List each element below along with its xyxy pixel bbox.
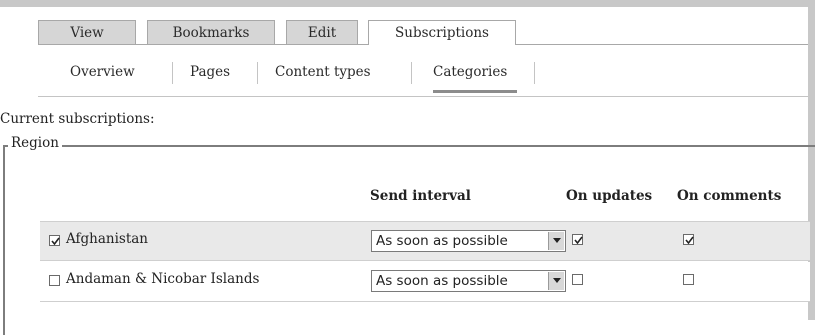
row-select-checkbox[interactable]	[49, 235, 60, 246]
region-name: Andaman & Nicobar Islands	[66, 271, 260, 287]
subtab-overview[interactable]: Overview	[70, 64, 135, 80]
subtab-categories[interactable]: Categories	[433, 64, 507, 80]
on-comments-checkbox[interactable]	[683, 234, 694, 245]
subtab-separator	[411, 62, 412, 84]
secondary-tabs: Overview Pages Content types Categories	[54, 58, 814, 94]
subtab-pages[interactable]: Pages	[190, 64, 230, 80]
dropdown-button[interactable]	[548, 232, 564, 250]
region-legend: Region	[8, 135, 62, 151]
subtab-separator	[534, 62, 535, 84]
column-on-updates: On updates	[566, 188, 653, 204]
chevron-down-icon	[553, 278, 561, 283]
tab-edit[interactable]: Edit	[286, 20, 358, 44]
send-interval-select[interactable]: As soon as possible	[371, 270, 566, 292]
on-updates-checkbox[interactable]	[572, 274, 583, 285]
send-interval-value: As soon as possible	[376, 273, 508, 289]
subtab-separator	[257, 62, 258, 84]
send-interval-select[interactable]: As soon as possible	[371, 230, 566, 252]
on-updates-checkbox[interactable]	[572, 234, 583, 245]
dropdown-button[interactable]	[548, 272, 564, 290]
column-on-comments: On comments	[677, 188, 782, 204]
table-row: Andaman & Nicobar Islands As soon as pos…	[40, 262, 810, 302]
tab-bookmarks[interactable]: Bookmarks	[147, 20, 275, 44]
tab-subscriptions[interactable]: Subscriptions	[368, 20, 516, 45]
subtab-content-types[interactable]: Content types	[275, 64, 371, 80]
subtab-separator	[172, 62, 173, 84]
checkmark-icon	[685, 236, 694, 245]
current-subscriptions-label: Current subscriptions:	[0, 111, 155, 127]
active-subtab-indicator	[433, 90, 517, 93]
primary-tabs: View Bookmarks Edit Subscriptions	[38, 20, 808, 45]
row-select-checkbox[interactable]	[49, 275, 60, 286]
chevron-down-icon	[553, 238, 561, 243]
tab-view[interactable]: View	[38, 20, 136, 44]
table-row: Afghanistan As soon as possible	[40, 221, 810, 261]
column-send-interval: Send interval	[370, 188, 471, 204]
top-window-edge	[0, 0, 815, 7]
subnav-baseline	[38, 96, 808, 97]
checkmark-icon	[51, 237, 60, 246]
on-comments-checkbox[interactable]	[683, 274, 694, 285]
send-interval-value: As soon as possible	[376, 233, 508, 249]
checkmark-icon	[574, 236, 583, 245]
region-name: Afghanistan	[66, 231, 149, 247]
